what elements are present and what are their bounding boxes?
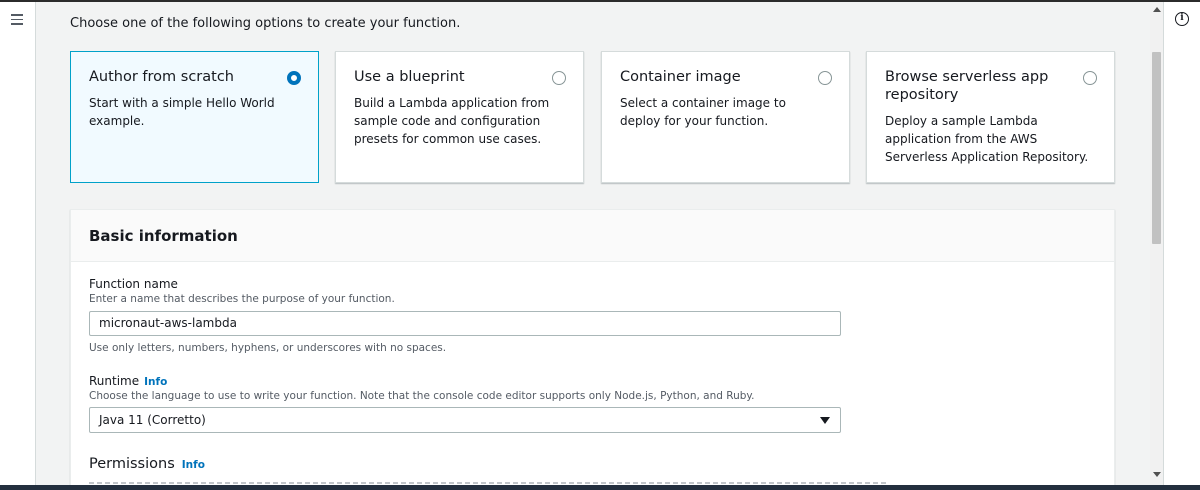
radio-container-image[interactable]: [818, 71, 832, 85]
runtime-hint: Choose the language to use to write your…: [89, 390, 755, 402]
function-name-label: Function name: [89, 277, 178, 291]
clipped-permissions-text: [89, 482, 889, 484]
hamburger-menu-icon[interactable]: [11, 14, 23, 26]
option-container-image[interactable]: Container image Select a container image…: [601, 51, 850, 183]
caret-down-icon: [820, 417, 830, 424]
option-description: Start with a simple Hello World example.: [89, 96, 275, 128]
page-scrollbar[interactable]: [1150, 2, 1163, 485]
runtime-select[interactable]: Java 11 (Corretto): [89, 407, 841, 433]
help-rail: i: [1163, 2, 1200, 485]
function-name-constraint: Use only letters, numbers, hyphens, or u…: [89, 342, 447, 354]
permissions-info-link[interactable]: Info: [182, 459, 205, 471]
scroll-up-arrow-icon[interactable]: [1153, 7, 1161, 12]
permissions-label: Permissions: [89, 456, 175, 472]
option-title: Use a blueprint: [354, 69, 465, 85]
radio-browse-serverless-app-repository[interactable]: [1083, 71, 1097, 85]
option-description: Deploy a sample Lambda application from …: [885, 114, 1089, 164]
info-circle-icon[interactable]: i: [1175, 12, 1189, 26]
option-title: Browse serverless app repository: [885, 69, 1049, 103]
runtime-info-link[interactable]: Info: [144, 376, 167, 388]
option-author-from-scratch[interactable]: Author from scratch Start with a simple …: [70, 51, 319, 183]
runtime-selected-value: Java 11 (Corretto): [99, 413, 206, 427]
option-title: Author from scratch: [89, 69, 234, 85]
option-description: Select a container image to deploy for y…: [620, 96, 786, 128]
option-description: Build a Lambda application from sample c…: [354, 96, 550, 146]
permissions-heading: Permissions Info: [89, 456, 205, 472]
scroll-down-arrow-icon[interactable]: [1153, 472, 1161, 477]
scroll-thumb[interactable]: [1152, 52, 1161, 244]
navigation-rail: [0, 2, 36, 485]
panel-title: Basic information: [71, 210, 1114, 262]
option-browse-serverless-app-repository[interactable]: Browse serverless app repository Deploy …: [866, 51, 1115, 183]
options-intro: Choose one of the following options to c…: [70, 16, 461, 31]
radio-use-a-blueprint[interactable]: [552, 71, 566, 85]
runtime-label: Runtime: [89, 374, 140, 388]
basic-information-panel: Basic information Function name Enter a …: [70, 209, 1115, 490]
option-use-a-blueprint[interactable]: Use a blueprint Build a Lambda applicati…: [335, 51, 584, 183]
runtime-label-row: Runtime Info: [89, 374, 167, 388]
top-border: [0, 0, 1200, 2]
function-name-hint: Enter a name that describes the purpose …: [89, 293, 395, 305]
option-title: Container image: [620, 69, 741, 85]
bottom-border: [0, 485, 1200, 490]
radio-author-from-scratch[interactable]: [287, 71, 301, 85]
function-name-input[interactable]: micronaut-aws-lambda: [89, 311, 841, 336]
